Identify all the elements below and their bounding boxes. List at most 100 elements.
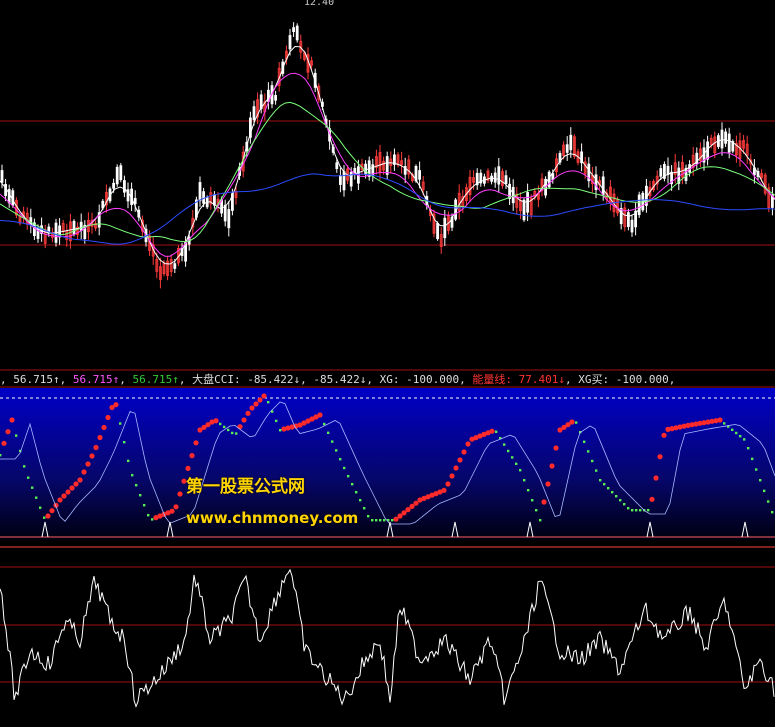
energy-point-down bbox=[147, 514, 150, 517]
energy-point-down bbox=[595, 469, 598, 472]
candle-body bbox=[630, 219, 634, 233]
candle-body bbox=[522, 199, 526, 221]
energy-point-down bbox=[495, 430, 498, 433]
energy-point-down bbox=[23, 465, 26, 468]
energy-point-down bbox=[723, 422, 726, 425]
energy-point-up bbox=[245, 410, 251, 416]
energy-point-up bbox=[9, 417, 15, 423]
candle-body bbox=[202, 191, 206, 204]
candle-body bbox=[72, 220, 76, 235]
energy-point-down bbox=[535, 509, 538, 512]
candle-body bbox=[418, 170, 422, 180]
energy-point-up bbox=[169, 508, 175, 514]
candle-body bbox=[666, 165, 670, 176]
energy-point-up bbox=[569, 419, 575, 425]
energy-point-down bbox=[127, 459, 130, 463]
legend-item-6: XG: -100.000 bbox=[379, 373, 460, 386]
candle-body bbox=[274, 95, 278, 101]
legend-item-7: 能量线: 77.401↓ bbox=[472, 373, 565, 386]
energy-point-down bbox=[503, 443, 506, 446]
energy-point-down bbox=[371, 519, 374, 522]
energy-point-down bbox=[227, 428, 230, 432]
energy-point-down bbox=[539, 519, 542, 522]
energy-point-up bbox=[541, 499, 547, 505]
candle-body bbox=[252, 106, 256, 120]
energy-point-up bbox=[545, 481, 551, 487]
legend-item-2: 56.715↑ bbox=[72, 373, 120, 386]
energy-point-down bbox=[335, 449, 338, 452]
energy-point-up bbox=[261, 393, 267, 399]
legend-item-4: 大盘CCI: -85.422↓ bbox=[192, 373, 301, 386]
energy-point-down bbox=[323, 422, 326, 426]
energy-point-up bbox=[453, 465, 459, 471]
candle-body bbox=[173, 263, 177, 269]
energy-point-down bbox=[575, 421, 578, 424]
energy-point-down bbox=[275, 419, 278, 423]
energy-point-down bbox=[279, 429, 282, 432]
energy-point-up bbox=[189, 453, 195, 459]
candlesticks bbox=[0, 22, 774, 289]
energy-point-down bbox=[351, 483, 354, 486]
candle-body bbox=[526, 192, 529, 213]
energy-point-up bbox=[85, 461, 91, 467]
energy-point-down bbox=[615, 495, 618, 498]
energy-point-down bbox=[151, 518, 154, 521]
energy-point-down bbox=[27, 476, 30, 479]
energy-point-up bbox=[241, 417, 247, 423]
energy-point-up bbox=[185, 465, 191, 471]
energy-point-up bbox=[93, 444, 99, 451]
energy-point-down bbox=[131, 474, 134, 477]
energy-point-up bbox=[57, 497, 63, 503]
energy-point-down bbox=[35, 496, 38, 499]
energy-point-up bbox=[65, 489, 71, 495]
energy-point-down bbox=[619, 499, 622, 502]
energy-point-down bbox=[327, 431, 330, 434]
candle-body bbox=[292, 27, 296, 32]
energy-point-up bbox=[177, 491, 183, 497]
energy-point-down bbox=[511, 456, 514, 459]
energy-point-down bbox=[759, 479, 762, 482]
energy-point-down bbox=[31, 486, 34, 489]
energy-point-up bbox=[213, 418, 219, 424]
candle-body bbox=[727, 133, 731, 153]
candle-body bbox=[198, 182, 202, 202]
energy-point-down bbox=[331, 440, 334, 443]
candle-body bbox=[497, 166, 501, 185]
energy-point-down bbox=[219, 422, 222, 426]
energy-point-up bbox=[249, 405, 255, 411]
candle-body bbox=[627, 212, 630, 227]
energy-point-up bbox=[657, 454, 663, 460]
energy-point-up bbox=[105, 414, 111, 421]
candle-body bbox=[720, 129, 724, 149]
energy-point-down bbox=[347, 475, 350, 478]
energy-point-up bbox=[441, 487, 447, 493]
candle-body bbox=[551, 173, 555, 180]
energy-point-down bbox=[267, 401, 270, 404]
energy-point-down bbox=[751, 457, 754, 461]
energy-point-up bbox=[77, 477, 83, 483]
oscillator-line bbox=[0, 568, 775, 708]
energy-point-up bbox=[257, 397, 263, 403]
energy-point-down bbox=[507, 449, 510, 453]
energy-point-down bbox=[15, 434, 18, 437]
energy-point-down bbox=[731, 428, 734, 431]
energy-point-down bbox=[123, 441, 126, 444]
candle-body bbox=[115, 166, 119, 185]
candle-body bbox=[724, 131, 727, 144]
energy-point-down bbox=[391, 519, 394, 522]
watermark-title: 第一股票公式网 bbox=[186, 477, 305, 497]
energy-point-down bbox=[767, 500, 770, 503]
energy-point-down bbox=[631, 509, 634, 512]
candle-body bbox=[443, 217, 447, 239]
candle-body bbox=[619, 208, 623, 225]
energy-point-up bbox=[445, 481, 451, 487]
energy-point-down bbox=[343, 466, 346, 470]
energy-point-down bbox=[739, 435, 742, 438]
candle-body bbox=[288, 35, 292, 50]
candle-body bbox=[0, 170, 4, 183]
energy-point-down bbox=[367, 515, 370, 518]
energy-point-up bbox=[193, 440, 199, 446]
energy-point-up bbox=[237, 424, 243, 430]
energy-point-up bbox=[489, 428, 495, 434]
energy-point-up bbox=[101, 424, 107, 431]
